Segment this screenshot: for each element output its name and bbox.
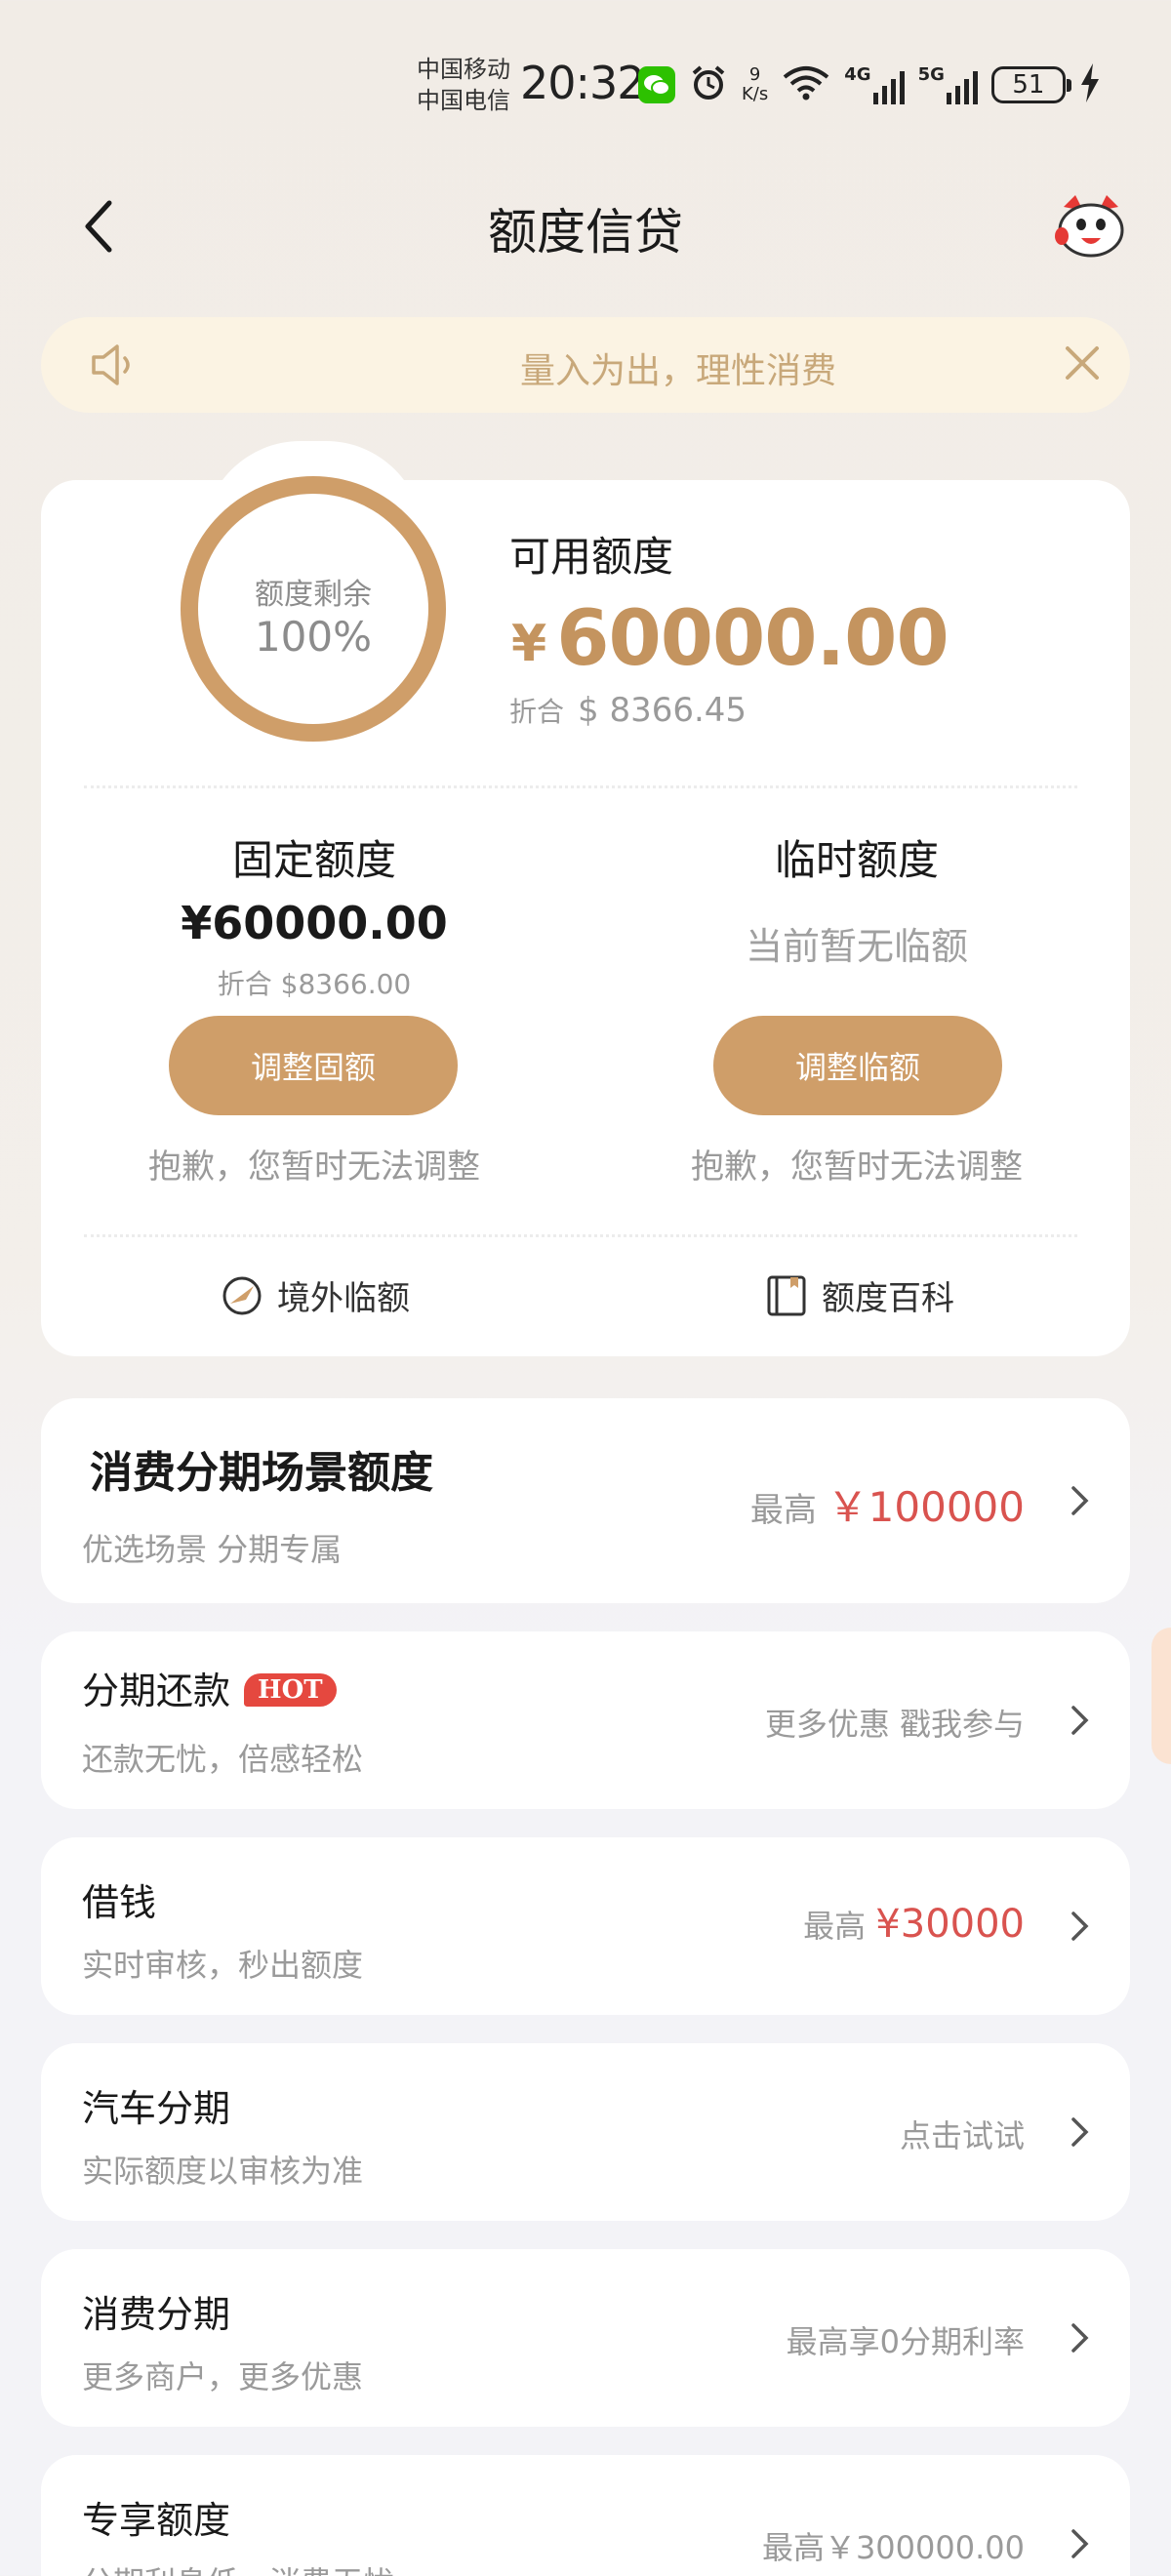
- row-right-prefix: 最高享0分期利率: [786, 2323, 1025, 2360]
- hot-badge: HOT: [244, 1673, 337, 1707]
- chevron-right-icon: [1071, 2529, 1089, 2558]
- fixed-credit-note: 抱歉，您暂时无法调整: [148, 1147, 480, 1187]
- available-amount: ¥60000.00: [511, 595, 949, 683]
- credit-wiki-label: 额度百科: [822, 1279, 954, 1318]
- overseas-temp-link[interactable]: 境外临额: [221, 1271, 410, 1319]
- wifi-icon: [782, 64, 830, 105]
- carrier-2: 中国电信: [417, 87, 510, 114]
- overseas-icon: [222, 1276, 262, 1314]
- row-right-text: 最高 ¥30000: [803, 1902, 1025, 1947]
- available-value: 60000.00: [556, 595, 949, 683]
- row-right-text: 最高享0分期利率: [787, 2317, 1025, 2362]
- close-icon[interactable]: [1058, 339, 1107, 387]
- scene-quota-card[interactable]: 消费分期场景额度 优选场景 分期专属 最高 ￥100000: [41, 1398, 1130, 1603]
- row-right-prefix: 点击试试: [899, 2117, 1025, 2154]
- ring-label: 额度剩余: [255, 578, 372, 612]
- ring-value: 100%: [254, 613, 373, 661]
- charging-icon: [1079, 63, 1101, 106]
- temporary-credit-status: 当前暂无临额: [745, 925, 968, 968]
- divider: [84, 785, 1077, 788]
- signal-4g-icon: 4G: [844, 64, 905, 104]
- row-title: 专享额度: [82, 2499, 231, 2542]
- carrier-info: 中国移动 中国电信: [417, 54, 510, 116]
- scene-max-prefix: 最高: [749, 1491, 817, 1530]
- row-right-text: 最高￥300000.00: [762, 2523, 1025, 2568]
- fixed-credit-amount: ¥60000.00: [181, 897, 448, 949]
- signal-4g-label: 4G: [844, 64, 871, 85]
- status-bar: 中国移动 中国电信 20:32 9 K/s 4G 5G 51: [0, 0, 1171, 146]
- notice-text: 量入为出，理性消费: [519, 351, 836, 391]
- row-subtitle: 实际额度以审核为准: [82, 2153, 364, 2190]
- chevron-right-icon: [1071, 1486, 1089, 1515]
- divider: [84, 1234, 1077, 1237]
- mascot-icon[interactable]: [1054, 193, 1128, 260]
- status-time: 20:32: [520, 57, 646, 109]
- row-title: 汽车分期: [82, 2087, 231, 2130]
- row-subtitle: 还款无忧，倍感轻松: [82, 1741, 364, 1778]
- list-item-exclusive-quota[interactable]: 专享额度 分期利息低，消费无忧 最高￥300000.00: [41, 2455, 1130, 2576]
- scene-title: 消费分期场景额度: [90, 1448, 433, 1498]
- row-title-text: 分期还款: [82, 1670, 231, 1712]
- signal-5g-label: 5G: [917, 64, 945, 85]
- row-right-prefix: 最高: [803, 1908, 876, 1945]
- temporary-credit-note: 抱歉，您暂时无法调整: [691, 1147, 1023, 1187]
- fixed-credit-title: 固定额度: [231, 836, 396, 884]
- list-item-installment-repayment[interactable]: 分期还款 HOT 还款无忧，倍感轻松 更多优惠 戳我参与: [41, 1631, 1130, 1809]
- converted-value: $ 8366.45: [578, 691, 747, 730]
- available-label: 可用额度: [509, 533, 674, 581]
- converted-prefix: 折合: [509, 696, 565, 728]
- scene-subtitle: 优选场景 分期专属: [82, 1531, 343, 1568]
- book-icon: [767, 1275, 806, 1315]
- floating-promo-tab[interactable]: [1151, 1628, 1171, 1764]
- chevron-right-icon: [1071, 2117, 1089, 2147]
- adjust-temporary-button[interactable]: 调整临额: [713, 1016, 1002, 1115]
- battery-level: 51: [1012, 70, 1045, 100]
- row-subtitle: 实时审核，秒出额度: [82, 1947, 364, 1984]
- chevron-right-icon: [1071, 1912, 1089, 1941]
- notice-bar: 量入为出，理性消费: [41, 317, 1130, 413]
- status-icons: 9 K/s 4G 5G 51: [638, 60, 1101, 109]
- row-right-value: ¥30000: [875, 1902, 1025, 1947]
- row-subtitle: 分期利息低，消费无忧: [82, 2558, 394, 2576]
- row-title: 消费分期: [82, 2293, 231, 2336]
- row-right-prefix: 最高￥300000.00: [761, 2529, 1025, 2566]
- temporary-credit-title: 临时额度: [774, 836, 939, 884]
- carrier-1: 中国移动: [417, 56, 510, 83]
- row-subtitle: 更多商户，更多优惠: [82, 2358, 364, 2395]
- net-speed-value: 9: [748, 64, 761, 85]
- row-title: 借钱: [82, 1881, 157, 1924]
- net-speed: 9 K/s: [742, 65, 768, 104]
- row-right-prefix: 更多优惠 戳我参与: [764, 1706, 1025, 1743]
- chevron-right-icon: [1071, 1706, 1089, 1735]
- adjust-fixed-button[interactable]: 调整固额: [169, 1016, 458, 1115]
- temporary-credit: 临时额度 当前暂无临额: [584, 827, 1130, 970]
- remaining-ring: 额度剩余 100%: [181, 476, 446, 742]
- fixed-credit-converted: 折合 $8366.00: [217, 968, 412, 1000]
- battery-icon: 51: [990, 66, 1071, 103]
- signal-5g-icon: 5G: [918, 65, 978, 104]
- row-title: 分期还款 HOT: [82, 1661, 337, 1714]
- credit-wiki-link[interactable]: 额度百科: [765, 1271, 954, 1319]
- list-item-borrow[interactable]: 借钱 实时审核，秒出额度 最高 ¥30000: [41, 1837, 1130, 2015]
- list-item-auto-installment[interactable]: 汽车分期 实际额度以审核为准 点击试试: [41, 2043, 1130, 2221]
- currency-symbol: ¥: [511, 615, 547, 673]
- overseas-temp-label: 境外临额: [277, 1279, 410, 1318]
- wechat-icon: [638, 66, 675, 103]
- chevron-right-icon: [1071, 2323, 1089, 2353]
- scene-max: 最高 ￥100000: [750, 1474, 1025, 1534]
- list-item-consumer-installment[interactable]: 消费分期 更多商户，更多优惠 最高享0分期利率: [41, 2249, 1130, 2427]
- row-right-text: 点击试试: [900, 2112, 1025, 2156]
- fixed-credit: 固定额度 ¥60000.00 折合 $8366.00: [41, 827, 587, 1002]
- scene-max-value: ￥100000: [827, 1483, 1025, 1531]
- net-speed-unit: K/s: [742, 84, 769, 104]
- available-converted: 折合 $ 8366.45: [509, 691, 747, 730]
- row-right-text: 更多优惠 戳我参与: [765, 1700, 1025, 1745]
- page-title: 额度信贷: [488, 204, 683, 261]
- alarm-icon: [689, 63, 728, 106]
